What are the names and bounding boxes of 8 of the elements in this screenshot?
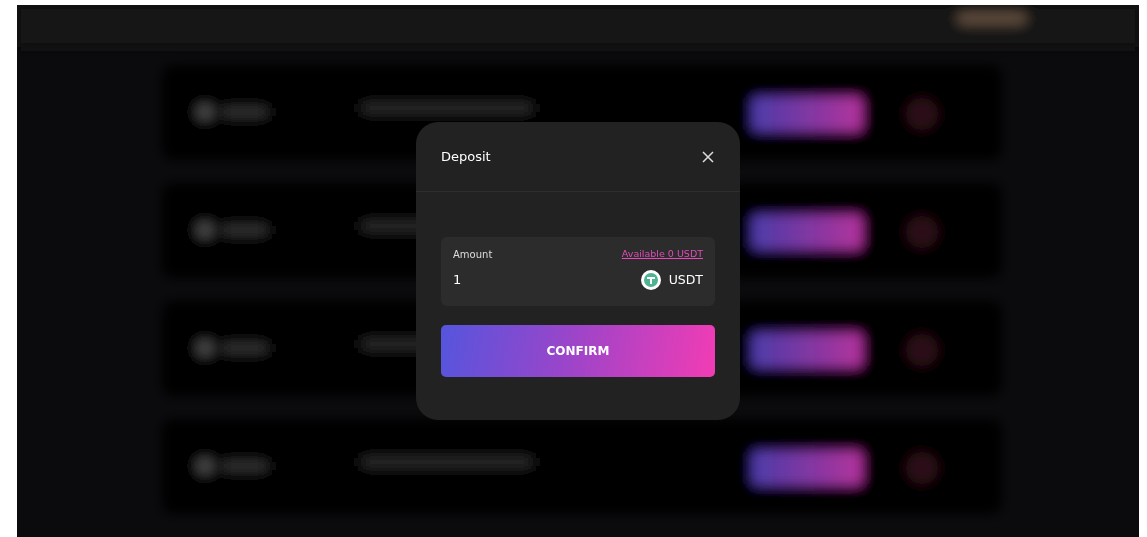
close-icon[interactable] bbox=[701, 149, 715, 164]
confirm-button[interactable]: CONFIRM bbox=[441, 325, 715, 377]
amount-label: Amount bbox=[453, 248, 493, 262]
amount-field[interactable]: Amount Available 0 USDT 1 USDT bbox=[441, 237, 715, 306]
dialog-title: Deposit bbox=[441, 147, 491, 166]
available-balance-link[interactable]: Available 0 USDT bbox=[621, 247, 703, 262]
currency-label: USDT bbox=[668, 270, 703, 289]
coin-icon bbox=[640, 270, 661, 290]
